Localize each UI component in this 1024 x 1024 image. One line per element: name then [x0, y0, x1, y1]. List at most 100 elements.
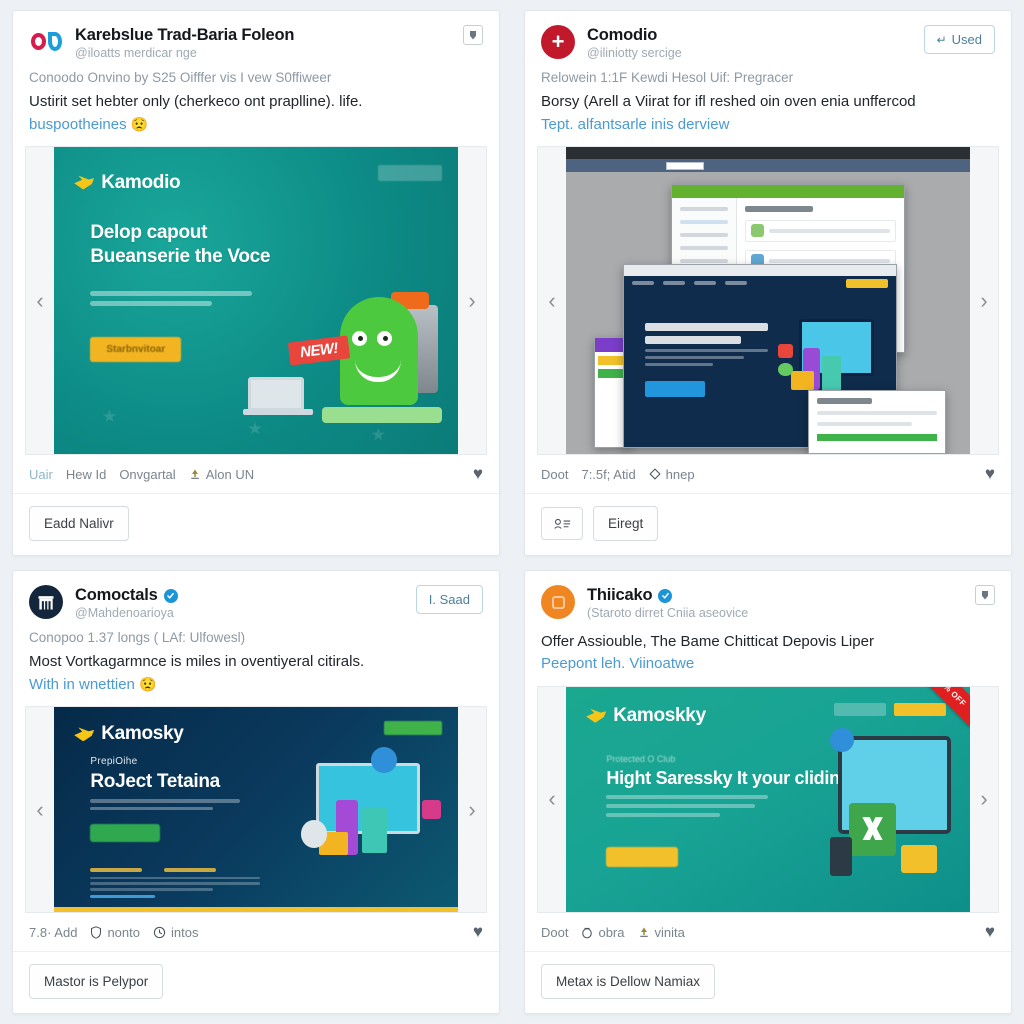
used-button[interactable]: ↵ Used	[923, 25, 995, 54]
card-header: Karebslue Trad-Baria Foleon @iloatts mer…	[13, 11, 499, 60]
heart-icon[interactable]: ♥	[985, 922, 995, 942]
mock-hero-text	[645, 322, 769, 370]
mock-window-popup	[808, 389, 946, 454]
banner-corner-tag	[383, 721, 442, 736]
meta-line: Relowein 1:1F Kewdi Hesol Uif: Pregracer	[541, 70, 794, 85]
carousel-prev-arrow-icon[interactable]: ‹	[26, 707, 54, 912]
download-icon[interactable]	[463, 25, 483, 45]
account-name: Karebslue Trad-Baria Foleon	[75, 26, 295, 44]
shield-icon	[91, 925, 102, 939]
banner-cta-button[interactable]: Starbnvitoar	[90, 337, 182, 363]
banner-image[interactable]: Kamoskky 40% OFF Protected O Club Hight …	[566, 686, 970, 912]
download-icon[interactable]	[975, 585, 995, 605]
mock-window-titlebar	[672, 184, 905, 198]
avatar[interactable]	[29, 585, 63, 619]
carousel-next-arrow-icon[interactable]: ›	[458, 147, 486, 454]
mock-nav-cta	[846, 278, 889, 288]
bird-icon	[586, 708, 607, 723]
mascot-eye-right	[377, 331, 393, 347]
card-identity: Comoctals @Mahdenoarioya	[75, 585, 416, 620]
meta-item-label: intos	[170, 924, 199, 940]
contact-card-button[interactable]	[541, 507, 583, 540]
card-identity: Karebslue Trad-Baria Foleon @iloatts mer…	[75, 25, 463, 60]
meta-item-upload: Alon UN	[189, 467, 254, 482]
mascot-eye-left	[352, 331, 368, 347]
account-name: Comoctals	[75, 586, 158, 604]
banner-corner-tag	[377, 165, 442, 182]
post-card-3[interactable]: Comoctals @Mahdenoarioya I. Saad Conopoo…	[12, 570, 500, 1014]
post-link[interactable]: Peepont leh. Viinoatwe	[541, 653, 995, 676]
primary-action-button[interactable]: Eiregt	[593, 506, 659, 541]
diamond-icon	[649, 468, 661, 480]
carousel-next-arrow-icon[interactable]: ›	[970, 686, 998, 912]
post-link[interactable]: Tept. alfantsarle inis derview	[541, 114, 995, 137]
post-link-row[interactable]: buspootheines 😟	[29, 114, 483, 137]
media-carousel[interactable]: ‹ Kamoskky 40% OFF Protected O Club High…	[537, 685, 999, 913]
banner-platform-shape	[321, 407, 442, 424]
meta-item-label: vinita	[654, 924, 685, 940]
heart-icon[interactable]: ♥	[985, 464, 995, 484]
carousel-prev-arrow-icon[interactable]: ‹	[538, 686, 566, 912]
avatar[interactable]	[29, 25, 63, 59]
carousel-prev-arrow-icon[interactable]: ‹	[538, 147, 566, 454]
grid-cell-2: + Comodio @iliniotty sercige ↵ Used Relo…	[512, 0, 1024, 566]
saad-button[interactable]: I. Saad	[415, 585, 483, 614]
media-carousel[interactable]: ‹ Kamosky PrepiOihe RoJect Tetaina ›	[25, 706, 487, 913]
banner-nav	[833, 702, 946, 716]
banner-paragraph	[90, 291, 252, 311]
post-link[interactable]: buspootheines	[29, 116, 127, 133]
avatar[interactable]	[541, 585, 575, 619]
primary-action-button[interactable]: Mastor is Pelypor	[29, 964, 164, 999]
media-carousel[interactable]: ‹ ›	[537, 146, 999, 455]
avatar[interactable]: +	[541, 25, 575, 59]
name-row: Thiicako	[587, 586, 975, 605]
mock-popup-cta	[817, 433, 937, 441]
mock-toolbar	[566, 159, 970, 172]
media-carousel[interactable]: ‹ Kamodio Delop capout Bueanserie the Vo…	[25, 146, 487, 455]
primary-action-button[interactable]: Metax is Dellow Namiax	[541, 964, 716, 999]
heart-icon[interactable]: ♥	[473, 922, 483, 942]
banner-cta-button[interactable]	[606, 846, 679, 867]
contact-card-icon	[554, 518, 571, 529]
building-icon	[38, 596, 54, 610]
account-handle: (Staroto dirret Cniia aseovice	[587, 606, 749, 620]
meta-item: Onvgartal	[119, 466, 176, 482]
banner-artwork	[825, 727, 962, 876]
meta-item-ring: obra	[581, 925, 625, 940]
post-link[interactable]: With in wnettien	[29, 676, 135, 693]
grid-cell-1: Karebslue Trad-Baria Foleon @iloatts mer…	[0, 0, 512, 566]
post-link-row[interactable]: With in wnettien 😟	[29, 674, 483, 697]
meta-prefix: Uair	[29, 466, 53, 482]
banner-cta-button[interactable]	[90, 823, 161, 842]
meta-line: Conoodo Onvino by S25 Oifffer vis I vew …	[29, 70, 332, 85]
banner-image[interactable]: Kamosky PrepiOihe RoJect Tetaina	[54, 707, 458, 912]
post-card-2[interactable]: + Comodio @iliniotty sercige ↵ Used Relo…	[524, 10, 1012, 556]
banner-headline: Delop capout Bueanserie the Voce	[90, 221, 270, 270]
post-card-1[interactable]: Karebslue Trad-Baria Foleon @iloatts mer…	[12, 10, 500, 556]
account-handle: @Mahdenoarioya	[75, 606, 174, 620]
card-meta-row: 7.8· Add nonto intos ♥	[13, 913, 499, 952]
mock-hero-cta	[645, 381, 706, 398]
account-name: Comodio	[587, 26, 658, 44]
meta-item-clock: intos	[153, 925, 198, 940]
post-card-4[interactable]: Thiicako (Staroto dirret Cniia aseovice …	[524, 570, 1012, 1014]
carousel-next-arrow-icon[interactable]: ›	[970, 147, 998, 454]
card-identity: Comodio @iliniotty sercige	[587, 25, 924, 60]
banner-image[interactable]: Kamodio Delop capout Bueanserie the Voce…	[54, 147, 458, 454]
download-icon-glyph	[982, 590, 988, 600]
name-row: Comoctals	[75, 586, 416, 605]
banner-logo-text: Kamosky	[101, 723, 184, 745]
carousel-prev-arrow-icon[interactable]: ‹	[26, 147, 54, 454]
banner-footnote-link[interactable]	[90, 894, 155, 898]
carousel-next-arrow-icon[interactable]: ›	[458, 707, 486, 912]
mock-browser-bar	[623, 264, 897, 276]
mock-row	[745, 219, 897, 242]
grid-cell-4: Thiicako (Staroto dirret Cniia aseovice …	[512, 566, 1024, 1024]
account-handle: @iliniotty sercige	[587, 46, 682, 60]
banner-image[interactable]	[566, 147, 970, 454]
meta-item-map: hnep	[649, 467, 695, 482]
primary-action-button[interactable]: Eadd Nalivr	[29, 506, 129, 541]
mock-titlebar	[566, 147, 970, 159]
meta-item: Doot	[541, 924, 569, 940]
heart-icon[interactable]: ♥	[473, 464, 483, 484]
